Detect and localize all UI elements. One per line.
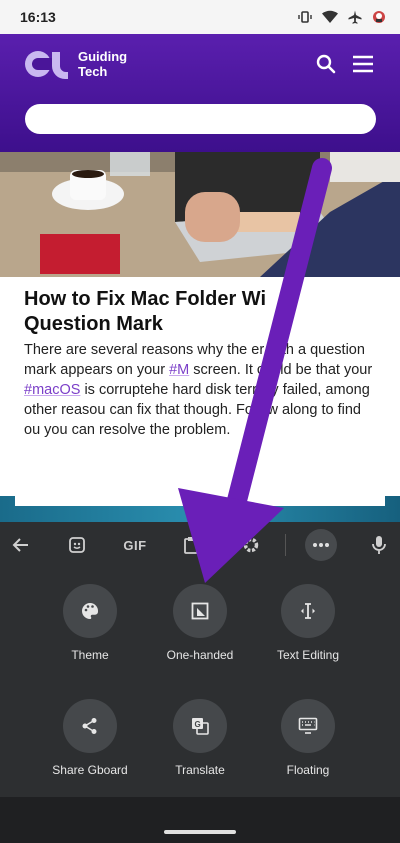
- body-text-3: is corrupte: [80, 382, 153, 398]
- status-icons: [298, 10, 386, 24]
- menu-icon[interactable]: [352, 55, 374, 78]
- hero-image: [0, 152, 400, 277]
- keyboard-icon: [281, 699, 335, 753]
- status-time: 16:13: [20, 9, 56, 25]
- article-body: There are several reasons why the er wit…: [24, 340, 376, 440]
- one-handed-icon: [173, 584, 227, 638]
- header-icons: [316, 54, 374, 79]
- logo-mark-icon: [25, 51, 68, 79]
- gif-button[interactable]: GIF: [118, 532, 152, 558]
- share-gboard-label: Share Gboard: [52, 763, 128, 777]
- body-text-2: screen. It could be that your: [189, 362, 373, 378]
- body-text-1: There are several reasons why the: [24, 342, 252, 358]
- mic-icon[interactable]: [366, 532, 392, 558]
- site-header: Guiding Tech: [0, 34, 400, 152]
- navigation-bar: [0, 797, 400, 843]
- floating-label: Floating: [286, 763, 330, 777]
- floating-option[interactable]: Floating: [253, 699, 363, 777]
- home-handle[interactable]: [164, 830, 236, 834]
- body-text-3d: you can resolve the problem.: [40, 422, 231, 438]
- tag-link-mac[interactable]: #M: [169, 362, 189, 378]
- second-article-image: [0, 496, 400, 522]
- more-horizontal-icon[interactable]: [305, 529, 337, 561]
- translate-option[interactable]: G Translate: [145, 699, 255, 777]
- article-title-line1: How to Fix Mac Folder Wi: [24, 288, 267, 310]
- image-overlay-strip: [15, 496, 385, 506]
- one-handed-label: One-handed: [166, 648, 234, 662]
- palette-icon: [63, 584, 117, 638]
- wifi-icon: [322, 10, 338, 24]
- vibrate-icon: [298, 10, 312, 24]
- article-title-line2: Question Mark: [24, 313, 163, 335]
- theme-label: Theme: [71, 648, 109, 662]
- gear-icon[interactable]: [238, 532, 264, 558]
- text-editing-option[interactable]: Text Editing: [253, 584, 363, 662]
- share-icon: [63, 699, 117, 753]
- status-bar: 16:13: [0, 0, 400, 34]
- logo[interactable]: Guiding Tech: [24, 48, 127, 80]
- text-editing-label: Text Editing: [276, 648, 340, 662]
- logo-text: Guiding Tech: [78, 49, 127, 79]
- theme-option[interactable]: Theme: [35, 584, 145, 662]
- article-title[interactable]: How to Fix Mac Folder Wi Question Mark: [24, 287, 384, 337]
- svg-text:G: G: [195, 720, 201, 729]
- text-cursor-icon: [281, 584, 335, 638]
- tag-link-macos[interactable]: #macOS: [24, 382, 80, 398]
- arrow-left-icon[interactable]: [8, 532, 34, 558]
- logo-line1: Guiding: [78, 49, 128, 64]
- search-input[interactable]: [25, 104, 376, 134]
- keyboard-toolbar: GIF: [0, 522, 400, 568]
- notification-icon: [372, 10, 386, 24]
- share-gboard-option[interactable]: Share Gboard: [35, 699, 145, 777]
- logo-line2: Tech: [78, 64, 108, 79]
- sticker-icon[interactable]: [64, 532, 90, 558]
- gboard-panel: GIF Theme One-handed Text Editing Share …: [0, 522, 400, 843]
- toolbar-divider: [285, 534, 286, 556]
- search-icon[interactable]: [316, 54, 336, 79]
- clipboard-icon[interactable]: [178, 532, 204, 558]
- translate-icon: G: [173, 699, 227, 753]
- one-handed-option[interactable]: One-handed: [145, 584, 255, 662]
- airplane-icon: [348, 10, 362, 24]
- translate-label: Translate: [175, 763, 225, 777]
